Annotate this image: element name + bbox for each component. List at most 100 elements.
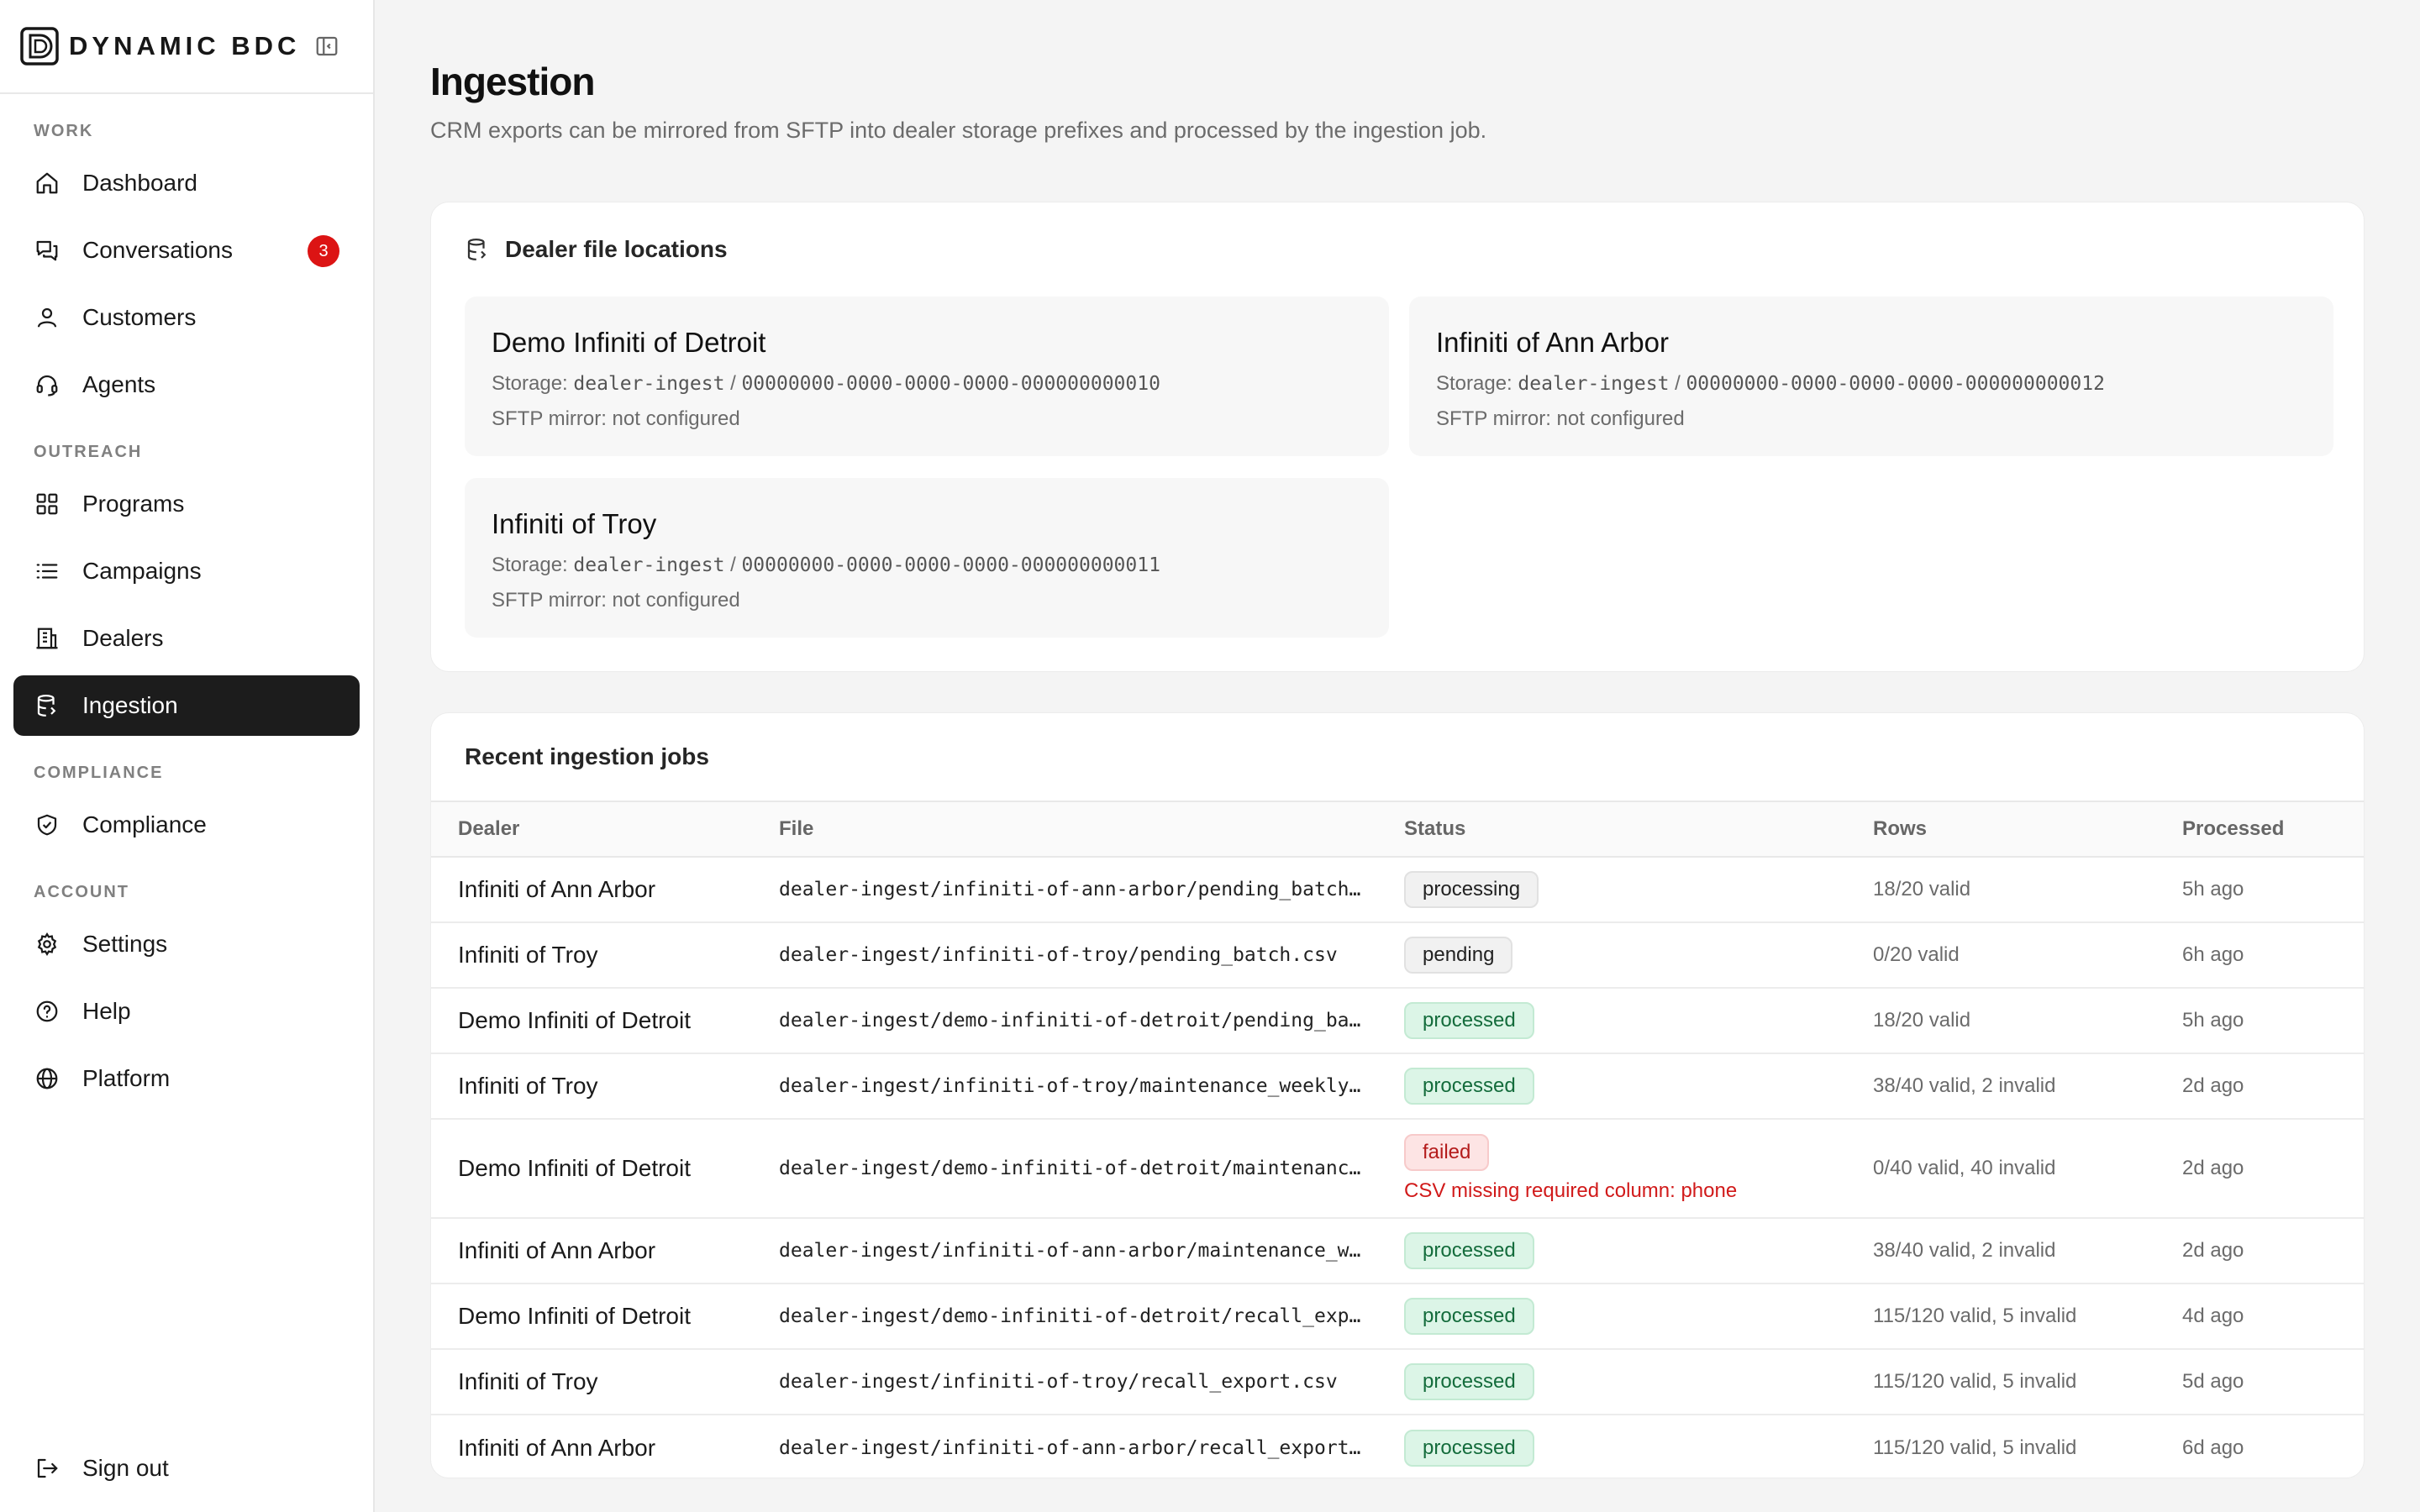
status-badge: processed xyxy=(1404,1363,1534,1400)
table-row[interactable]: Demo Infiniti of Detroit dealer-ingest/d… xyxy=(431,1284,2364,1350)
dealer-location-storage: Storage: dealer-ingest / 00000000-0000-0… xyxy=(492,554,1160,576)
table-row[interactable]: Infiniti of Ann Arbor dealer-ingest/infi… xyxy=(431,857,2364,923)
job-file: dealer-ingest/infiniti-of-ann-arbor/pend… xyxy=(779,857,1404,923)
column-header-dealer[interactable]: Dealer xyxy=(431,801,779,858)
job-status-cell: processed xyxy=(1404,1349,1873,1415)
dealer-file-locations-title: Dealer file locations xyxy=(505,236,728,262)
sidebar-item-dashboard[interactable]: Dashboard xyxy=(13,153,360,213)
job-processed: 5d ago xyxy=(2182,1349,2364,1415)
sidebar-item-settings[interactable]: Settings xyxy=(13,914,360,974)
status-badge: failed xyxy=(1404,1134,1490,1171)
sign-out-button[interactable]: Sign out xyxy=(13,1438,360,1499)
unread-count-badge: 3 xyxy=(308,235,339,267)
nav-section-outreach: OUTREACH xyxy=(34,443,143,461)
shield-check-icon xyxy=(34,811,60,838)
job-file: dealer-ingest/infiniti-of-troy/recall_ex… xyxy=(779,1349,1404,1415)
job-processed: 5h ago xyxy=(2182,988,2364,1054)
job-status-cell: pending xyxy=(1404,922,1873,989)
sidebar-item-label: Help xyxy=(82,998,131,1024)
job-status-cell: processed xyxy=(1404,1284,1873,1350)
brand-header: DYNAMIC BDC xyxy=(0,0,373,94)
dealer-location-storage: Storage: dealer-ingest / 00000000-0000-0… xyxy=(492,372,1160,395)
job-status-cell: processing xyxy=(1404,857,1873,923)
job-file: dealer-ingest/infiniti-of-ann-arbor/main… xyxy=(779,1218,1404,1284)
job-processed: 2d ago xyxy=(2182,1053,2364,1120)
home-icon xyxy=(34,170,60,197)
sidebar: DYNAMIC BDC WORK Dashboard Conversations… xyxy=(0,0,375,1512)
database-icon xyxy=(34,692,60,719)
sidebar-item-conversations[interactable]: Conversations 3 xyxy=(13,220,360,281)
recent-ingestion-jobs-title: Recent ingestion jobs xyxy=(465,743,709,769)
brand-logo-icon xyxy=(20,27,59,66)
job-processed: 2d ago xyxy=(2182,1218,2364,1284)
sidebar-item-customers[interactable]: Customers xyxy=(13,287,360,348)
collapse-sidebar-button[interactable] xyxy=(314,34,339,59)
job-dealer: Infiniti of Troy xyxy=(431,1349,779,1415)
dealer-location-name: Infiniti of Ann Arbor xyxy=(1436,327,1670,358)
job-rows: 0/20 valid xyxy=(1873,922,2182,989)
dealer-location-card: Infiniti of Ann Arbor Storage: dealer-in… xyxy=(1409,297,2333,456)
table-row[interactable]: Infiniti of Ann Arbor dealer-ingest/infi… xyxy=(431,1218,2364,1284)
job-status-cell: processed xyxy=(1404,988,1873,1054)
nav-section-compliance: COMPLIANCE xyxy=(34,764,164,782)
job-file: dealer-ingest/infiniti-of-ann-arbor/reca… xyxy=(779,1436,1396,1459)
table-row[interactable]: Infiniti of Ann Arbor dealer-ingest/infi… xyxy=(431,1415,2364,1478)
storage-label: Storage: xyxy=(492,554,568,576)
status-badge: processed xyxy=(1404,1298,1534,1335)
dealer-location-storage: Storage: dealer-ingest / 00000000-0000-0… xyxy=(1436,372,2105,395)
table-row[interactable]: Demo Infiniti of Detroit dealer-ingest/d… xyxy=(431,1119,2364,1219)
brand-name: DYNAMIC BDC xyxy=(69,31,301,60)
storage-bucket: dealer-ingest xyxy=(573,554,725,576)
job-rows: 0/40 valid, 40 invalid xyxy=(1873,1119,2182,1219)
job-processed: 5h ago xyxy=(2182,857,2364,923)
sidebar-item-label: Compliance xyxy=(82,811,207,837)
list-icon xyxy=(34,558,60,585)
sidebar-item-agents[interactable]: Agents xyxy=(13,354,360,415)
column-header-processed[interactable]: Processed xyxy=(2182,801,2364,858)
job-file: dealer-ingest/demo-infiniti-of-detroit/m… xyxy=(779,1119,1404,1219)
column-header-status[interactable]: Status xyxy=(1404,801,1873,858)
status-badge: processed xyxy=(1404,1002,1534,1039)
sidebar-item-programs[interactable]: Programs xyxy=(13,474,360,534)
job-rows: 18/20 valid xyxy=(1873,988,2182,1054)
sidebar-item-ingestion[interactable]: Ingestion xyxy=(13,675,360,736)
job-file: dealer-ingest/demo-infiniti-of-detroit/r… xyxy=(779,1284,1404,1350)
storage-label: Storage: xyxy=(1436,372,1512,395)
table-row[interactable]: Infiniti of Troy dealer-ingest/infiniti-… xyxy=(431,1349,2364,1415)
job-rows: 18/20 valid xyxy=(1873,857,2182,923)
column-header-file[interactable]: File xyxy=(779,801,1404,858)
sidebar-item-help[interactable]: Help xyxy=(13,981,360,1042)
storage-prefix: 00000000-0000-0000-0000-000000000011 xyxy=(741,554,1160,576)
gear-icon xyxy=(34,931,60,958)
job-status-cell: processed xyxy=(1404,1415,1873,1478)
table-row[interactable]: Infiniti of Troy dealer-ingest/infiniti-… xyxy=(431,922,2364,989)
job-dealer: Demo Infiniti of Detroit xyxy=(431,988,779,1054)
sidebar-item-label: Settings xyxy=(82,931,168,957)
dealer-location-card: Infiniti of Troy Storage: dealer-ingest … xyxy=(465,478,1389,638)
table-row[interactable]: Infiniti of Troy dealer-ingest/infiniti-… xyxy=(431,1053,2364,1120)
sidebar-item-label: Campaigns xyxy=(82,558,202,584)
sftp-mirror-status: SFTP mirror: not configured xyxy=(1436,407,1685,430)
job-rows: 115/120 valid, 5 invalid xyxy=(1873,1436,2077,1459)
column-header-rows[interactable]: Rows xyxy=(1873,801,2182,858)
job-dealer: Demo Infiniti of Detroit xyxy=(431,1119,779,1219)
sidebar-item-dealers[interactable]: Dealers xyxy=(13,608,360,669)
sidebar-item-campaigns[interactable]: Campaigns xyxy=(13,541,360,601)
job-rows: 115/120 valid, 5 invalid xyxy=(1873,1349,2182,1415)
status-badge: processed xyxy=(1404,1068,1534,1105)
job-file: dealer-ingest/infiniti-of-troy/pending_b… xyxy=(779,922,1404,989)
job-processed: 6h ago xyxy=(2182,922,2364,989)
sidebar-item-compliance[interactable]: Compliance xyxy=(13,795,360,855)
job-dealer: Infiniti of Ann Arbor xyxy=(431,1218,779,1284)
storage-bucket: dealer-ingest xyxy=(1518,373,1670,395)
page-title: Ingestion xyxy=(430,60,595,103)
sidebar-item-label: Programs xyxy=(82,491,185,517)
building-icon xyxy=(34,625,60,652)
storage-bucket: dealer-ingest xyxy=(573,373,725,395)
job-dealer: Infiniti of Troy xyxy=(431,1053,779,1120)
sidebar-item-label: Conversations xyxy=(82,237,233,263)
job-processed: 4d ago xyxy=(2182,1284,2364,1350)
dealer-file-locations-card: Dealer file locations Demo Infiniti of D… xyxy=(430,202,2365,672)
table-row[interactable]: Demo Infiniti of Detroit dealer-ingest/d… xyxy=(431,988,2364,1054)
sidebar-item-platform[interactable]: Platform xyxy=(13,1048,360,1109)
